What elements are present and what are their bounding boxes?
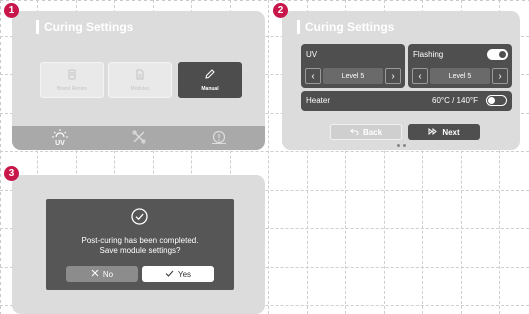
- back-arrow-icon: [350, 128, 359, 137]
- curing-settings-panel-1: Curing Settings Brand Resins Modules Man…: [12, 11, 265, 150]
- step-badge-3: 3: [4, 166, 19, 181]
- brand-resins-tile[interactable]: Brand Resins: [40, 62, 104, 98]
- heater-label: Heater: [306, 96, 331, 105]
- back-button[interactable]: Back: [330, 124, 402, 140]
- resin-bottle-icon: [67, 69, 77, 82]
- no-button[interactable]: No: [66, 266, 138, 282]
- completion-panel-3: Post-curing has been completed. Save mod…: [12, 175, 265, 314]
- step-badge-2: 2: [273, 3, 288, 18]
- uv-increase-button[interactable]: ›: [385, 68, 401, 84]
- uv-decrease-button[interactable]: ‹: [305, 68, 321, 84]
- dialog-message: Post-curing has been completed. Save mod…: [46, 236, 234, 256]
- uv-card: UV ‹ Level 5 ›: [301, 44, 405, 88]
- uv-nav-item[interactable]: UV: [30, 126, 90, 150]
- flashing-toggle[interactable]: [487, 49, 508, 60]
- page-indicator: [397, 144, 406, 147]
- tools-icon: [132, 130, 146, 146]
- flashing-card: Flashing ‹ Level 5 ›: [408, 44, 512, 88]
- check-circle-icon: [131, 208, 148, 230]
- back-button-label: Back: [362, 127, 383, 137]
- flashing-decrease-button[interactable]: ‹: [412, 68, 428, 84]
- yes-button-label: Yes: [177, 269, 192, 279]
- dialog-message-line2: Save module settings?: [99, 246, 181, 255]
- save-settings-dialog: Post-curing has been completed. Save mod…: [46, 199, 234, 290]
- uv-nav-label: UV: [55, 140, 65, 147]
- modules-tile[interactable]: Modules: [108, 62, 172, 98]
- yes-button[interactable]: Yes: [142, 266, 214, 282]
- next-button-label: Next: [442, 127, 460, 137]
- next-button[interactable]: Next: [408, 124, 480, 140]
- uv-level-value: Level 5: [323, 68, 383, 84]
- step-badge-1: 1: [4, 3, 19, 18]
- uv-light-icon: [52, 129, 68, 140]
- fast-forward-icon: [428, 127, 438, 137]
- heater-card: Heater 60°C / 140°F: [301, 91, 512, 111]
- flashing-level-value: Level 5: [430, 68, 490, 84]
- uv-stepper: ‹ Level 5 ›: [305, 68, 401, 84]
- bottom-nav-bar: UV: [12, 126, 265, 150]
- checkmark-icon: [165, 270, 174, 279]
- tile-label: Modules: [130, 85, 150, 92]
- panel-title: Curing Settings: [297, 20, 394, 34]
- pencil-icon: [204, 68, 216, 82]
- flashing-stepper: ‹ Level 5 ›: [412, 68, 508, 84]
- alert-icon: [211, 130, 227, 147]
- heater-temperature: 60°C / 140°F: [432, 96, 478, 105]
- tools-nav-item[interactable]: [109, 126, 169, 150]
- heater-toggle[interactable]: [486, 95, 507, 106]
- tile-label: Brand Resins: [56, 85, 87, 92]
- document-icon: [135, 69, 145, 82]
- uv-label: UV: [306, 50, 318, 59]
- flashing-label: Flashing: [413, 50, 444, 59]
- dialog-message-line1: Post-curing has been completed.: [81, 236, 199, 245]
- no-button-label: No: [102, 269, 114, 279]
- panel-title: Curing Settings: [36, 20, 133, 34]
- alert-nav-item[interactable]: [189, 126, 249, 150]
- flashing-increase-button[interactable]: ›: [492, 68, 508, 84]
- curing-settings-panel-2: Curing Settings UV ‹ Level 5 › Flashing …: [282, 11, 520, 150]
- manual-tile[interactable]: Manual: [178, 62, 242, 98]
- tile-label: Manual: [201, 86, 219, 92]
- close-icon: [91, 269, 99, 279]
